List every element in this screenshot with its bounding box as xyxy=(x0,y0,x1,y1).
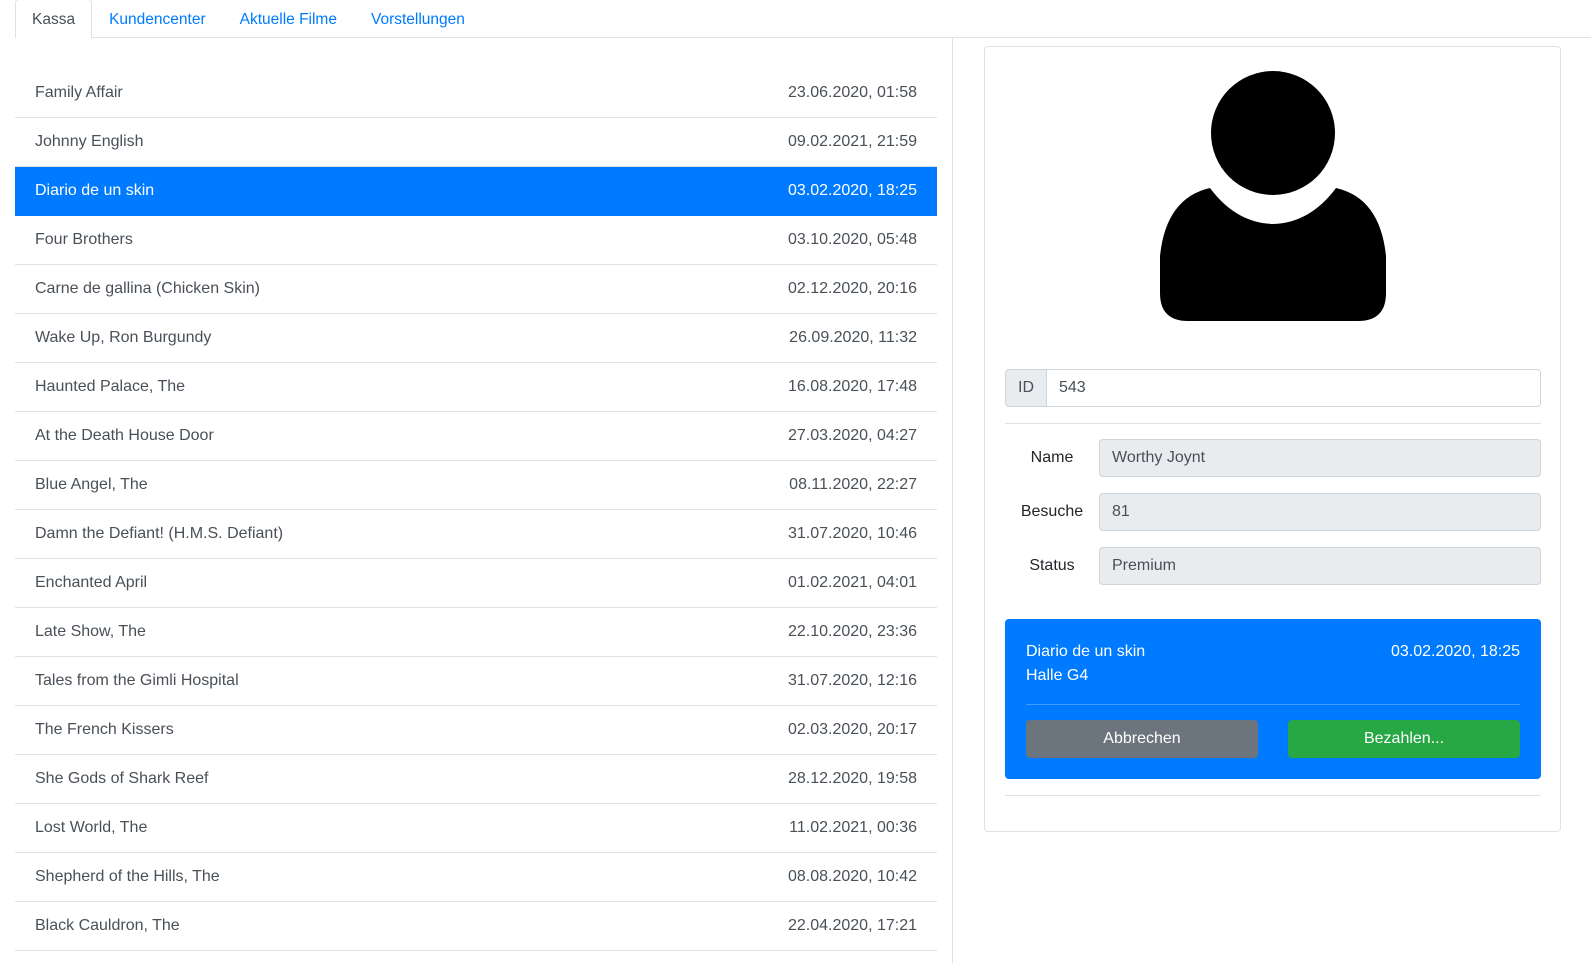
column-divider xyxy=(952,38,953,963)
show-title: Lost World, The xyxy=(35,819,148,836)
show-title: Damn the Defiant! (H.M.S. Defiant) xyxy=(35,525,284,542)
show-title: Four Brothers xyxy=(35,231,133,248)
list-item[interactable]: Blue Angel, The 08.11.2020, 22:27 xyxy=(15,461,937,510)
show-title: Diario de un skin xyxy=(35,182,155,199)
show-title: Late Show, The xyxy=(35,623,146,640)
status-field: Premium xyxy=(1099,547,1541,585)
show-title: Blue Angel, The xyxy=(35,476,148,493)
list-item[interactable]: The French Kissers 02.03.2020, 20:17 xyxy=(15,706,937,755)
divider xyxy=(1005,795,1541,796)
show-datetime: 01.02.2021, 04:01 xyxy=(787,574,917,591)
show-datetime: 08.08.2020, 10:42 xyxy=(787,868,917,885)
show-datetime: 28.12.2020, 19:58 xyxy=(787,770,917,787)
tab-kundencenter[interactable]: Kundencenter xyxy=(92,0,223,38)
list-item[interactable]: Shepherd of the Hills, The 08.08.2020, 10… xyxy=(15,853,937,902)
name-row: Name Worthy Joynt xyxy=(1005,439,1541,477)
show-datetime: 22.10.2020, 23:36 xyxy=(787,623,917,640)
customer-card: ID Name Worthy Joynt Besuche 81 Status P… xyxy=(984,46,1561,832)
show-datetime: 26.09.2020, 11:32 xyxy=(789,329,917,346)
ticket-divider xyxy=(1026,704,1520,705)
list-item[interactable]: Damn the Defiant! (H.M.S. Defiant) 31.07.… xyxy=(15,510,937,559)
show-title: At the Death House Door xyxy=(35,427,214,444)
list-item[interactable]: At the Death House Door 27.03.2020, 04:27 xyxy=(15,412,937,461)
list-item[interactable]: Late Show, The 22.10.2020, 23:36 xyxy=(15,608,937,657)
status-row: Status Premium xyxy=(1005,547,1541,585)
list-item[interactable]: Lost World, The 11.02.2021, 00:36 xyxy=(15,804,937,853)
nav-tabs: Kassa Kundencenter Aktuelle Filme Vorste… xyxy=(15,0,1591,38)
ticket-panel: Diario de un skin 03.02.2020, 18:25 Hall… xyxy=(1005,619,1541,779)
show-datetime: 09.02.2021, 21:59 xyxy=(787,133,917,150)
show-datetime: 27.03.2020, 04:27 xyxy=(787,427,917,444)
show-title: Shepherd of the Hills, The xyxy=(35,868,220,885)
id-label: ID xyxy=(1006,370,1047,406)
list-item[interactable]: Wake Up, Ron Burgundy 26.09.2020, 11:32 xyxy=(15,314,937,363)
cancel-button[interactable]: Abbrechen xyxy=(1026,720,1258,758)
show-title: She Gods of Shark Reef xyxy=(35,770,209,787)
id-input-group: ID xyxy=(1005,369,1541,407)
divider xyxy=(1005,423,1541,424)
name-field: Worthy Joynt xyxy=(1099,439,1541,477)
list-item[interactable]: Johnny English 09.02.2021, 21:59 xyxy=(15,118,937,167)
ticket-hall: Halle G4 xyxy=(1026,667,1089,684)
show-title: The French Kissers xyxy=(35,721,174,738)
show-datetime: 08.11.2020, 22:27 xyxy=(789,476,917,493)
list-item[interactable]: Carne de gallina (Chicken Skin) 02.12.202… xyxy=(15,265,937,314)
visits-label: Besuche xyxy=(1020,503,1084,520)
show-title: Haunted Palace, The xyxy=(35,378,186,395)
show-title: Black Cauldron, The xyxy=(35,917,180,934)
show-datetime: 02.12.2020, 20:16 xyxy=(787,280,917,297)
show-datetime: 02.03.2020, 20:17 xyxy=(787,721,917,738)
show-datetime: 31.07.2020, 12:16 xyxy=(787,672,917,689)
show-datetime: 16.08.2020, 17:48 xyxy=(787,378,917,395)
show-datetime: 03.02.2020, 18:25 xyxy=(787,182,917,199)
show-title: Wake Up, Ron Burgundy xyxy=(35,329,212,346)
list-item[interactable]: She Gods of Shark Reef 28.12.2020, 19:58 xyxy=(15,755,937,804)
status-label: Status xyxy=(1029,557,1075,574)
show-title: Tales from the Gimli Hospital xyxy=(35,672,239,689)
list-item[interactable]: Enchanted April 01.02.2021, 04:01 xyxy=(15,559,937,608)
show-title: Family Affair xyxy=(35,84,123,101)
show-title: Carne de gallina (Chicken Skin) xyxy=(35,280,260,297)
tab-aktuelle-filme[interactable]: Aktuelle Filme xyxy=(223,0,354,38)
list-item[interactable]: Family Affair 23.06.2020, 01:58 xyxy=(15,69,937,118)
show-datetime: 03.10.2020, 05:48 xyxy=(787,231,917,248)
name-label: Name xyxy=(1030,449,1074,466)
visits-field: 81 xyxy=(1099,493,1541,531)
visits-row: Besuche 81 xyxy=(1005,493,1541,531)
ticket-datetime: 03.02.2020, 18:25 xyxy=(1390,643,1520,660)
show-datetime: 22.04.2020, 17:21 xyxy=(787,917,917,934)
pay-button[interactable]: Bezahlen... xyxy=(1288,720,1520,758)
list-item[interactable]: Haunted Palace, The 16.08.2020, 17:48 xyxy=(15,363,937,412)
list-item[interactable]: Black Cauldron, The 22.04.2020, 17:21 xyxy=(15,902,937,951)
ticket-title: Diario de un skin xyxy=(1026,643,1146,660)
list-item[interactable]: Tales from the Gimli Hospital 31.07.2020,… xyxy=(15,657,937,706)
list-item-selected[interactable]: Diario de un skin 03.02.2020, 18:25 xyxy=(15,167,937,216)
ticket-header: Diario de un skin 03.02.2020, 18:25 xyxy=(1026,643,1520,661)
show-datetime: 11.02.2021, 00:36 xyxy=(789,819,917,836)
show-title: Johnny English xyxy=(35,133,144,150)
user-silhouette-icon xyxy=(1160,71,1386,321)
customer-id-input[interactable] xyxy=(1047,370,1540,406)
show-datetime: 31.07.2020, 10:46 xyxy=(787,525,917,542)
list-item[interactable]: Four Brothers 03.10.2020, 05:48 xyxy=(15,216,937,265)
tab-kassa[interactable]: Kassa xyxy=(15,0,93,38)
show-datetime: 23.06.2020, 01:58 xyxy=(787,84,917,101)
show-list: Family Affair 23.06.2020, 01:58 Johnny En… xyxy=(15,69,937,951)
show-title: Enchanted April xyxy=(35,574,148,591)
tab-vorstellungen[interactable]: Vorstellungen xyxy=(354,0,482,38)
